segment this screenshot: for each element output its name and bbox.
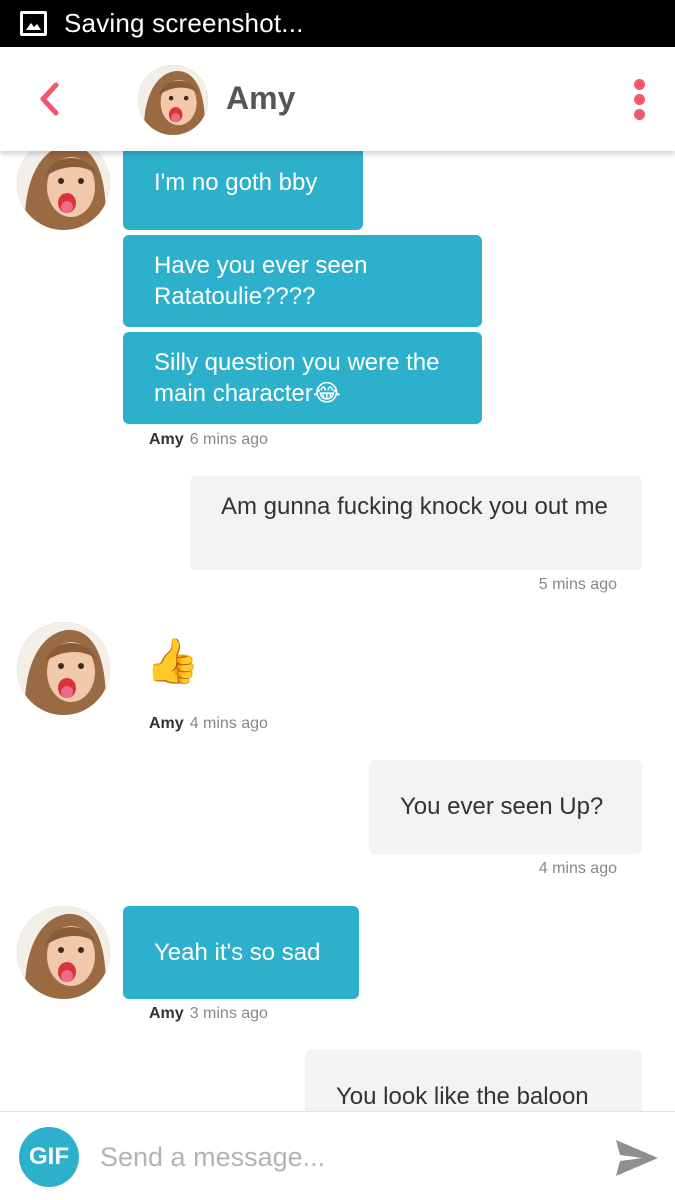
contact-name[interactable]: Amy xyxy=(226,80,295,117)
sender-name: Amy xyxy=(149,715,184,732)
message-meta: Amy 3 mins ago xyxy=(149,1005,268,1023)
message-bubble[interactable]: I'm no goth bby xyxy=(123,151,363,230)
message-bubble[interactable]: Am gunna fucking knock you out me xyxy=(190,476,642,570)
message-bubble[interactable]: Silly question you were the main charact… xyxy=(123,332,482,424)
back-button[interactable] xyxy=(30,77,74,121)
timestamp: 3 mins ago xyxy=(189,1005,268,1022)
message-meta: Amy 6 mins ago xyxy=(149,431,268,449)
sender-name: Amy xyxy=(149,1005,184,1022)
message-input[interactable] xyxy=(100,1132,580,1182)
avatar xyxy=(17,622,110,715)
message-bubble[interactable]: Yeah it's so sad xyxy=(123,906,359,999)
avatar xyxy=(17,151,110,230)
message-bubble[interactable]: You look like the baloon xyxy=(305,1050,642,1111)
image-icon xyxy=(20,11,47,36)
timestamp: 6 mins ago xyxy=(189,431,268,448)
chat-header: Amy xyxy=(0,47,675,151)
thumbs-up-emoji[interactable]: 👍 xyxy=(145,637,200,687)
status-bar: Saving screenshot... xyxy=(0,0,675,47)
gif-button[interactable]: GIF xyxy=(19,1127,79,1187)
send-icon xyxy=(616,1140,658,1176)
message-bubble[interactable]: You ever seen Up? xyxy=(369,760,642,854)
sender-name: Amy xyxy=(149,431,184,448)
message-bubble[interactable]: Have you ever seen Ratatoulie???? xyxy=(123,235,482,327)
timestamp: 4 mins ago xyxy=(538,860,617,877)
status-text: Saving screenshot... xyxy=(64,8,304,38)
message-composer: GIF xyxy=(0,1111,675,1200)
avatar xyxy=(17,906,110,999)
timestamp: 5 mins ago xyxy=(538,576,617,593)
more-vertical-icon[interactable] xyxy=(628,77,652,121)
timestamp: 4 mins ago xyxy=(189,715,268,732)
message-meta: Amy 4 mins ago xyxy=(149,715,268,733)
send-button[interactable] xyxy=(612,1136,662,1180)
chevron-left-icon xyxy=(40,82,59,116)
message-thread[interactable]: I'm no goth bby Have you ever seen Ratat… xyxy=(0,151,675,1111)
avatar[interactable] xyxy=(138,65,208,135)
